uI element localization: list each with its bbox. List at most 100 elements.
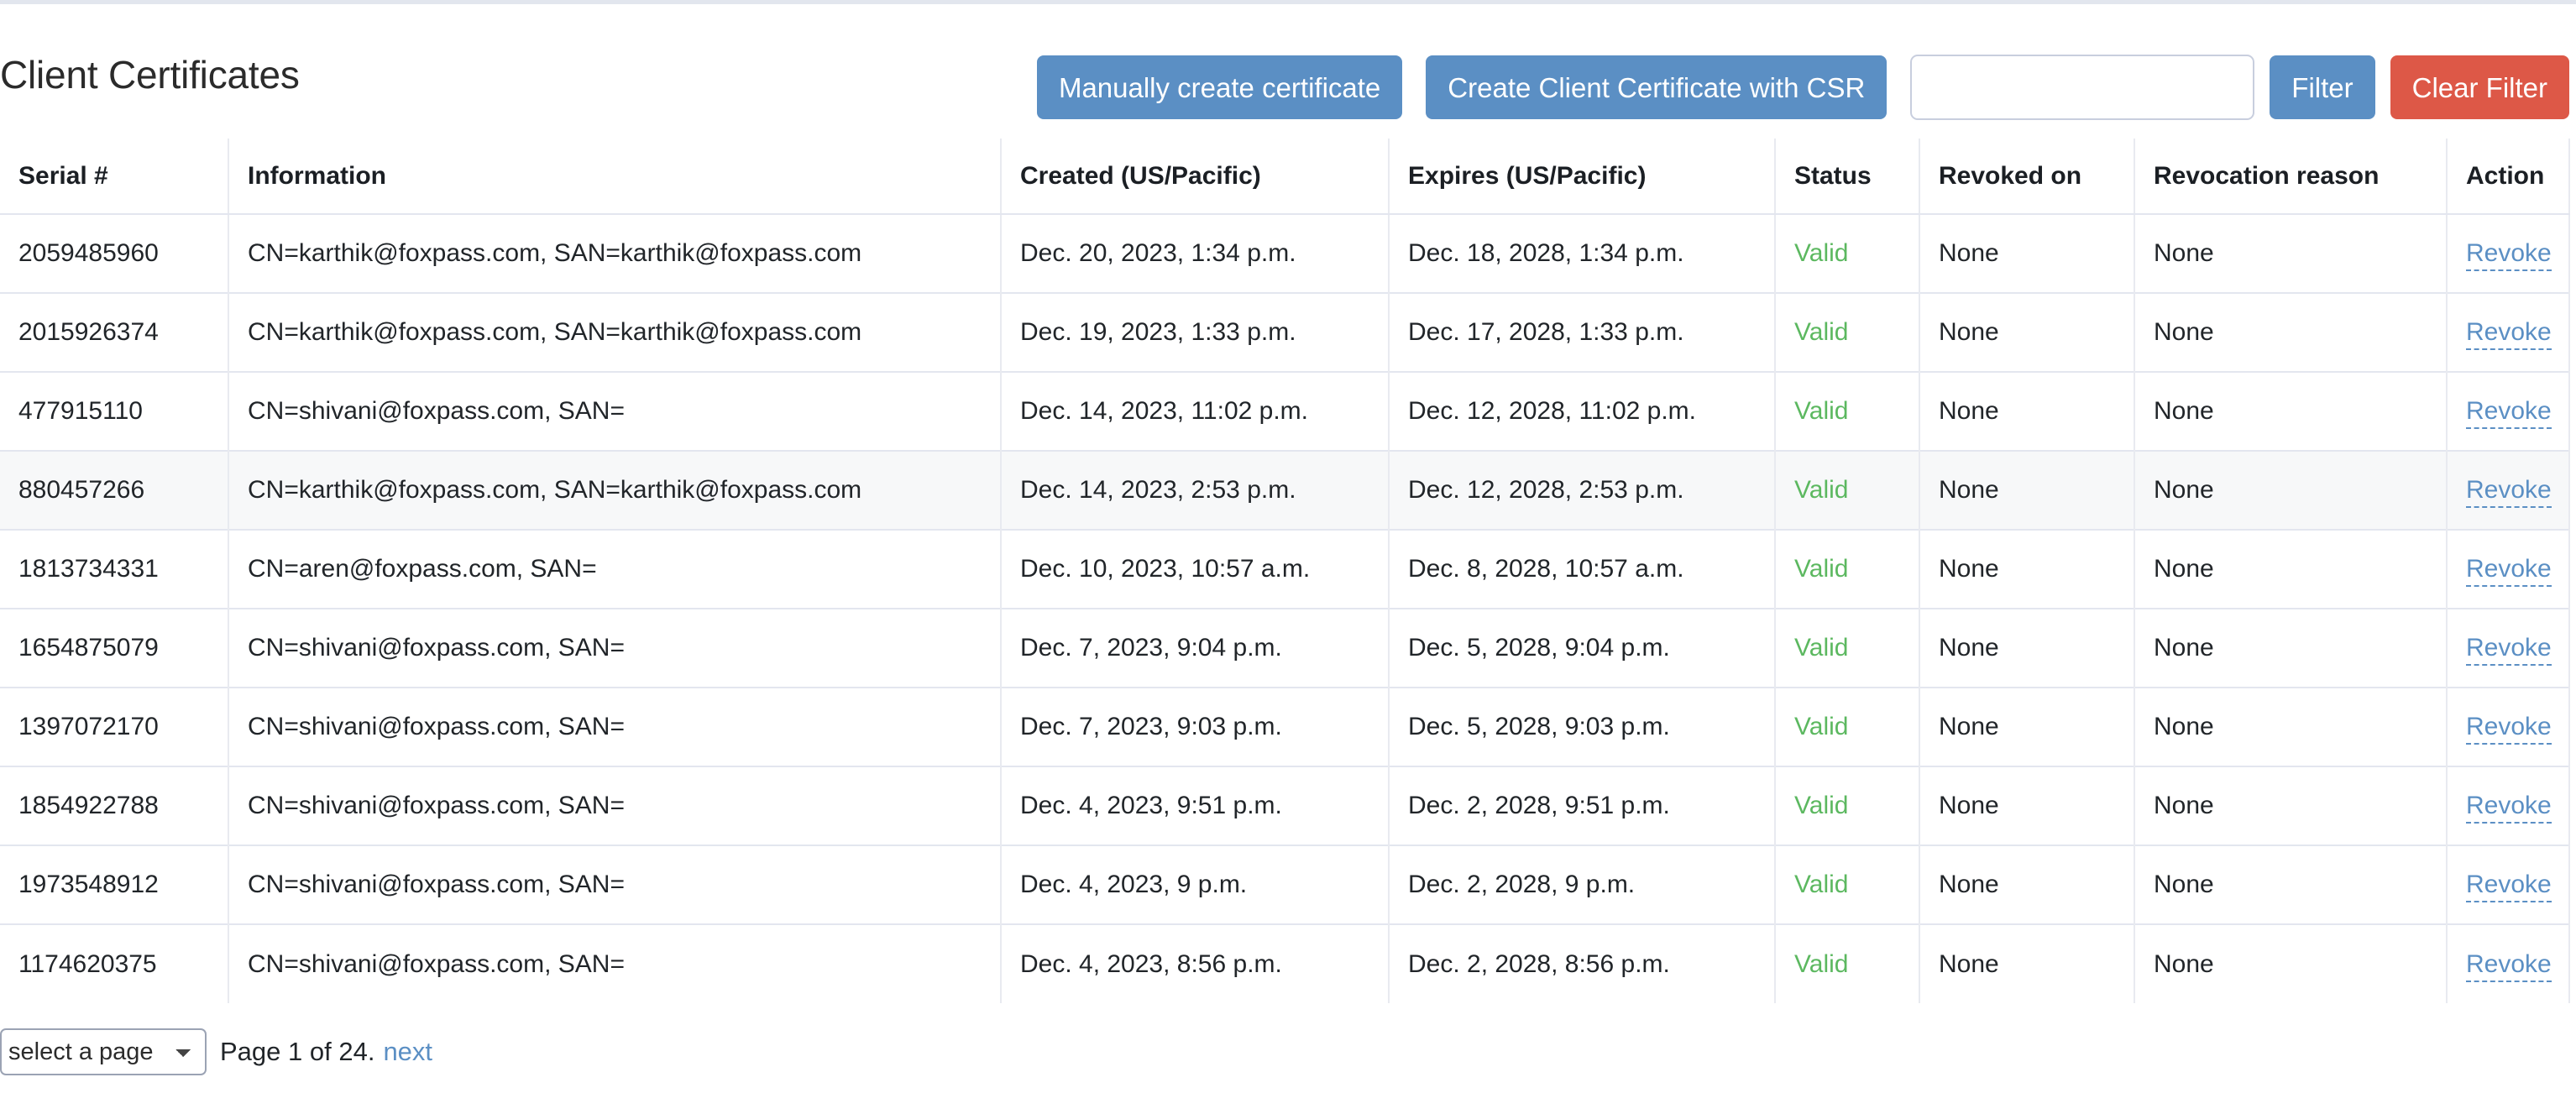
revoke-link[interactable]: Revoke	[2466, 792, 2552, 824]
cell-status: Valid	[1775, 213, 1920, 293]
status-badge: Valid	[1794, 239, 1849, 267]
create-client-certificate-with-csr-button[interactable]: Create Client Certificate with CSR	[1426, 55, 1887, 119]
cell-revocation-reason: None	[2134, 845, 2448, 924]
cell-revocation-reason: None	[2134, 923, 2448, 1003]
page-select[interactable]: select a page	[0, 1028, 207, 1075]
table-head: Serial # Information Created (US/Pacific…	[0, 139, 2570, 215]
revoke-link[interactable]: Revoke	[2466, 634, 2552, 666]
cell-revoked-on: None	[1919, 371, 2135, 451]
cell-status: Valid	[1775, 687, 1920, 766]
table-row[interactable]: 1854922788 CN=shivani@foxpass.com, SAN= De…	[0, 766, 2570, 845]
cell-action: Revoke	[2447, 450, 2570, 530]
table-row[interactable]: 880457266 CN=karthik@foxpass.com, SAN=kar…	[0, 450, 2570, 530]
column-header-revocation-reason: Revocation reason	[2134, 139, 2448, 215]
cell-revoked-on: None	[1919, 766, 2135, 845]
cell-created: Dec. 7, 2023, 9:04 p.m.	[1001, 608, 1390, 688]
table-row[interactable]: 1174620375 CN=shivani@foxpass.com, SAN= De…	[0, 923, 2570, 1003]
page-header: Client Certificates Manually create cert…	[0, 4, 2576, 139]
table-row[interactable]: 1813734331 CN=aren@foxpass.com, SAN= Dec. …	[0, 529, 2570, 609]
cell-created: Dec. 4, 2023, 9:51 p.m.	[1001, 766, 1390, 845]
cell-revoked-on: None	[1919, 292, 2135, 372]
status-badge: Valid	[1794, 634, 1849, 662]
table-row[interactable]: 1973548912 CN=shivani@foxpass.com, SAN= De…	[0, 845, 2570, 924]
certificates-table: Serial # Information Created (US/Pacific…	[0, 139, 2570, 1003]
cell-revoked-on: None	[1919, 923, 2135, 1003]
cell-created: Dec. 7, 2023, 9:03 p.m.	[1001, 687, 1390, 766]
cell-action: Revoke	[2447, 292, 2570, 372]
cell-revocation-reason: None	[2134, 766, 2448, 845]
revoke-link[interactable]: Revoke	[2466, 713, 2552, 745]
revoke-link[interactable]: Revoke	[2466, 949, 2552, 982]
table-row[interactable]: 1397072170 CN=shivani@foxpass.com, SAN= De…	[0, 687, 2570, 766]
cell-revoked-on: None	[1919, 845, 2135, 924]
cell-status: Valid	[1775, 766, 1920, 845]
cell-expires: Dec. 17, 2028, 1:33 p.m.	[1389, 292, 1776, 372]
cell-serial: 477915110	[0, 371, 229, 451]
cell-information: CN=shivani@foxpass.com, SAN=	[228, 923, 1002, 1003]
cell-created: Dec. 10, 2023, 10:57 a.m.	[1001, 529, 1390, 609]
cell-revocation-reason: None	[2134, 608, 2448, 688]
revoke-link[interactable]: Revoke	[2466, 555, 2552, 587]
status-badge: Valid	[1794, 476, 1849, 504]
cell-status: Valid	[1775, 371, 1920, 451]
cell-revocation-reason: None	[2134, 371, 2448, 451]
cell-created: Dec. 4, 2023, 8:56 p.m.	[1001, 923, 1390, 1003]
cell-information: CN=shivani@foxpass.com, SAN=	[228, 687, 1002, 766]
cell-revoked-on: None	[1919, 687, 2135, 766]
cell-expires: Dec. 2, 2028, 8:56 p.m.	[1389, 923, 1776, 1003]
cell-revocation-reason: None	[2134, 213, 2448, 293]
column-header-serial: Serial #	[0, 139, 229, 215]
status-badge: Valid	[1794, 397, 1849, 425]
table-row[interactable]: 2059485960 CN=karthik@foxpass.com, SAN=ka…	[0, 213, 2570, 293]
next-page-link[interactable]: next	[383, 1037, 432, 1066]
cell-action: Revoke	[2447, 371, 2570, 451]
column-header-status: Status	[1775, 139, 1920, 215]
cell-created: Dec. 20, 2023, 1:34 p.m.	[1001, 213, 1390, 293]
column-header-revoked-on: Revoked on	[1919, 139, 2135, 215]
client-certificates-page: Client Certificates Manually create cert…	[0, 0, 2576, 1093]
certificates-table-container: Serial # Information Created (US/Pacific…	[0, 139, 2576, 1003]
revoke-link[interactable]: Revoke	[2466, 318, 2552, 350]
status-badge: Valid	[1794, 318, 1849, 346]
page-info-text: Page 1 of 24.	[220, 1037, 375, 1066]
cell-status: Valid	[1775, 923, 1920, 1003]
filter-button[interactable]: Filter	[2270, 55, 2375, 119]
cell-revoked-on: None	[1919, 529, 2135, 609]
cell-revoked-on: None	[1919, 608, 2135, 688]
manually-create-certificate-button[interactable]: Manually create certificate	[1036, 55, 1403, 119]
table-row[interactable]: 1654875079 CN=shivani@foxpass.com, SAN= De…	[0, 608, 2570, 688]
status-badge: Valid	[1794, 949, 1849, 978]
cell-action: Revoke	[2447, 687, 2570, 766]
clear-filter-button[interactable]: Clear Filter	[2390, 55, 2569, 119]
revoke-link[interactable]: Revoke	[2466, 239, 2552, 271]
cell-information: CN=karthik@foxpass.com, SAN=karthik@foxp…	[228, 213, 1002, 293]
table-row[interactable]: 2015926374 CN=karthik@foxpass.com, SAN=ka…	[0, 292, 2570, 372]
cell-serial: 880457266	[0, 450, 229, 530]
cell-information: CN=karthik@foxpass.com, SAN=karthik@foxp…	[228, 292, 1002, 372]
revoke-link[interactable]: Revoke	[2466, 397, 2552, 429]
status-badge: Valid	[1794, 871, 1849, 898]
cell-revocation-reason: None	[2134, 529, 2448, 609]
cell-expires: Dec. 12, 2028, 11:02 p.m.	[1389, 371, 1776, 451]
cell-information: CN=karthik@foxpass.com, SAN=karthik@foxp…	[228, 450, 1002, 530]
cell-serial: 1854922788	[0, 766, 229, 845]
cell-information: CN=shivani@foxpass.com, SAN=	[228, 608, 1002, 688]
cell-information: CN=aren@foxpass.com, SAN=	[228, 529, 1002, 609]
cell-action: Revoke	[2447, 608, 2570, 688]
cell-serial: 1397072170	[0, 687, 229, 766]
cell-action: Revoke	[2447, 923, 2570, 1003]
cell-expires: Dec. 8, 2028, 10:57 a.m.	[1389, 529, 1776, 609]
table-header-row: Serial # Information Created (US/Pacific…	[0, 139, 2570, 215]
column-header-created: Created (US/Pacific)	[1001, 139, 1390, 215]
cell-status: Valid	[1775, 292, 1920, 372]
cell-information: CN=shivani@foxpass.com, SAN=	[228, 371, 1002, 451]
cell-expires: Dec. 2, 2028, 9 p.m.	[1389, 845, 1776, 924]
status-badge: Valid	[1794, 555, 1849, 583]
filter-input[interactable]	[1910, 55, 2255, 120]
revoke-link[interactable]: Revoke	[2466, 871, 2552, 902]
cell-serial: 2015926374	[0, 292, 229, 372]
table-row[interactable]: 477915110 CN=shivani@foxpass.com, SAN= Dec…	[0, 371, 2570, 451]
column-header-expires: Expires (US/Pacific)	[1389, 139, 1776, 215]
page-info: Page 1 of 24. next	[220, 1037, 432, 1067]
revoke-link[interactable]: Revoke	[2466, 476, 2552, 508]
